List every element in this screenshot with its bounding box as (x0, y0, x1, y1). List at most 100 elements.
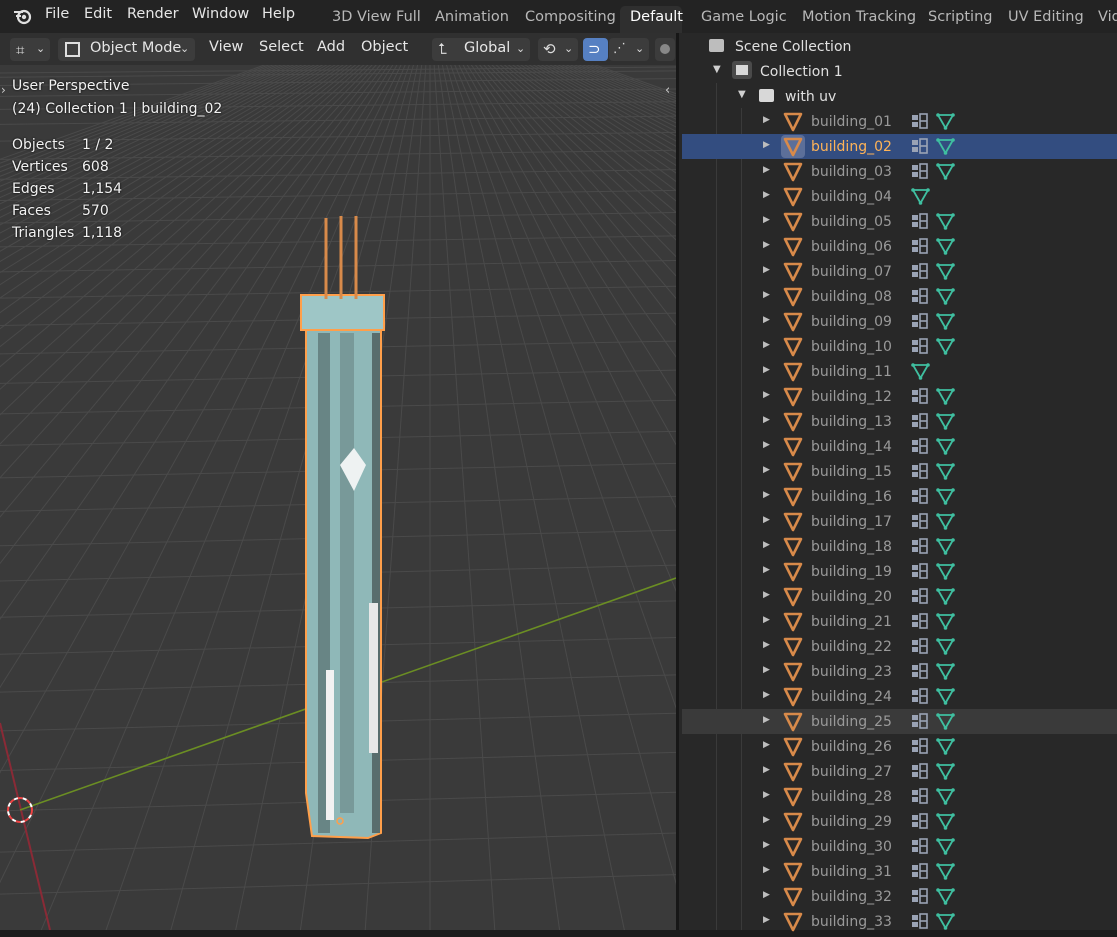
menu-object[interactable]: Object (361, 39, 408, 55)
modifier-icon[interactable] (911, 113, 929, 133)
expand-arrow-icon[interactable]: ▶ (763, 840, 770, 850)
mesh-data-icon[interactable] (936, 312, 955, 334)
outliner-object-row[interactable]: ▶ building_12 (682, 384, 1117, 409)
modifier-icon[interactable] (911, 813, 929, 833)
mesh-data-icon[interactable] (936, 737, 955, 759)
subcollection-row[interactable]: ▼ with uv (682, 84, 1117, 109)
transform-orientation-dropdown[interactable]: ⮤ Global ⌄ (432, 38, 530, 61)
mesh-data-icon[interactable] (936, 587, 955, 609)
outliner-object-row[interactable]: ▶ building_24 (682, 684, 1117, 709)
expand-arrow-icon[interactable]: ▶ (763, 140, 770, 150)
expand-arrow-icon[interactable]: ▶ (763, 340, 770, 350)
mesh-data-icon[interactable] (936, 637, 955, 659)
modifier-icon[interactable] (911, 588, 929, 608)
menu-help[interactable]: Help (262, 6, 295, 22)
modifier-icon[interactable] (911, 288, 929, 308)
expand-arrow-icon[interactable]: ▶ (763, 790, 770, 800)
outliner-object-row[interactable]: ▶ building_29 (682, 809, 1117, 834)
modifier-icon[interactable] (911, 163, 929, 183)
mesh-data-icon[interactable] (936, 212, 955, 234)
outliner-object-row[interactable]: ▶ building_06 (682, 234, 1117, 259)
proportional-editing-toggle[interactable] (655, 38, 675, 61)
expand-arrow-icon[interactable]: ▶ (763, 240, 770, 250)
tab-compositing[interactable]: Compositing (525, 9, 616, 25)
mesh-data-icon[interactable] (936, 612, 955, 634)
modifier-icon[interactable] (911, 563, 929, 583)
scene-collection-row[interactable]: Scene Collection (682, 34, 1117, 59)
mesh-data-icon[interactable] (936, 662, 955, 684)
mesh-data-icon[interactable] (936, 712, 955, 734)
outliner-object-row[interactable]: ▶ building_26 (682, 734, 1117, 759)
modifier-icon[interactable] (911, 738, 929, 758)
modifier-icon[interactable] (911, 488, 929, 508)
mesh-data-icon[interactable] (936, 437, 955, 459)
outliner-object-row[interactable]: ▶ building_21 (682, 609, 1117, 634)
expand-arrow-icon[interactable]: ▶ (763, 715, 770, 725)
outliner-object-row[interactable]: ▶ building_08 (682, 284, 1117, 309)
mesh-data-icon[interactable] (936, 812, 955, 834)
modifier-icon[interactable] (911, 688, 929, 708)
expand-arrow-icon[interactable]: ▶ (763, 290, 770, 300)
expand-arrow-icon[interactable]: ▶ (763, 765, 770, 775)
modifier-icon[interactable] (911, 388, 929, 408)
expand-arrow-icon[interactable]: ▶ (763, 465, 770, 475)
mesh-data-icon[interactable] (936, 162, 955, 184)
expand-arrow-icon[interactable]: ▶ (763, 515, 770, 525)
modifier-icon[interactable] (911, 138, 929, 158)
modifier-icon[interactable] (911, 638, 929, 658)
snap-target-dropdown[interactable]: ⋰ ⌄ (609, 38, 649, 61)
outliner-object-row[interactable]: ▶ building_15 (682, 459, 1117, 484)
expand-arrow-icon[interactable]: ▶ (763, 890, 770, 900)
tab-game-logic[interactable]: Game Logic (701, 9, 787, 25)
outliner-object-row[interactable]: ▶ building_20 (682, 584, 1117, 609)
outliner-object-row[interactable]: ▶ building_09 (682, 309, 1117, 334)
outliner-object-row[interactable]: ▶ building_22 (682, 634, 1117, 659)
outliner-object-row[interactable]: ▶ building_33 (682, 909, 1117, 934)
outliner-object-row[interactable]: ▶ building_07 (682, 259, 1117, 284)
outliner-object-row[interactable]: ▶ building_18 (682, 534, 1117, 559)
mesh-data-icon[interactable] (936, 462, 955, 484)
expand-arrow-icon[interactable]: ▶ (763, 740, 770, 750)
modifier-icon[interactable] (911, 663, 929, 683)
modifier-icon[interactable] (911, 863, 929, 883)
outliner-object-row[interactable]: ▶ building_11 (682, 359, 1117, 384)
mesh-data-icon[interactable] (936, 537, 955, 559)
outliner-object-row[interactable]: ▶ building_14 (682, 434, 1117, 459)
outliner-object-row[interactable]: ▶ building_28 (682, 784, 1117, 809)
mesh-data-icon[interactable] (936, 912, 955, 934)
expand-arrow-icon[interactable]: ▶ (763, 115, 770, 125)
modifier-icon[interactable] (911, 538, 929, 558)
outliner-object-row[interactable]: ▶ building_13 (682, 409, 1117, 434)
outliner-object-row[interactable]: ▶ building_10 (682, 334, 1117, 359)
modifier-icon[interactable] (911, 263, 929, 283)
mesh-data-icon[interactable] (936, 787, 955, 809)
expand-arrow-icon[interactable]: ▶ (763, 665, 770, 675)
expand-arrow-icon[interactable]: ▶ (763, 165, 770, 175)
modifier-icon[interactable] (911, 213, 929, 233)
mesh-data-icon[interactable] (936, 337, 955, 359)
expand-arrow-icon[interactable]: ▶ (763, 565, 770, 575)
expand-arrow-icon[interactable]: ▶ (763, 640, 770, 650)
outliner-object-row[interactable]: ▶ building_16 (682, 484, 1117, 509)
outliner-object-row[interactable]: ▶ building_25 (682, 709, 1117, 734)
object-mode-dropdown[interactable]: Object Mode ⌄ (58, 38, 195, 61)
expand-arrow-icon[interactable]: ▼ (738, 89, 746, 100)
outliner-object-row[interactable]: ▶ building_23 (682, 659, 1117, 684)
snap-toggle[interactable]: ⊃ (583, 38, 608, 61)
outliner-object-row[interactable]: ▶ building_30 (682, 834, 1117, 859)
outliner-object-row[interactable]: ▶ building_27 (682, 759, 1117, 784)
tab-animation[interactable]: Animation (435, 9, 509, 25)
menu-window[interactable]: Window (192, 6, 249, 22)
mesh-data-icon[interactable] (936, 687, 955, 709)
toolbar-expand-icon[interactable]: › (1, 83, 6, 97)
tab-default[interactable]: Default (630, 9, 683, 25)
expand-arrow-icon[interactable]: ▶ (763, 215, 770, 225)
blender-logo-icon[interactable] (12, 6, 34, 30)
outliner-object-row[interactable]: ▶ building_32 (682, 884, 1117, 909)
mesh-data-icon[interactable] (936, 262, 955, 284)
mesh-data-icon[interactable] (936, 762, 955, 784)
menu-edit[interactable]: Edit (84, 6, 112, 22)
modifier-icon[interactable] (911, 913, 929, 933)
modifier-icon[interactable] (911, 438, 929, 458)
mesh-data-icon[interactable] (936, 112, 955, 134)
